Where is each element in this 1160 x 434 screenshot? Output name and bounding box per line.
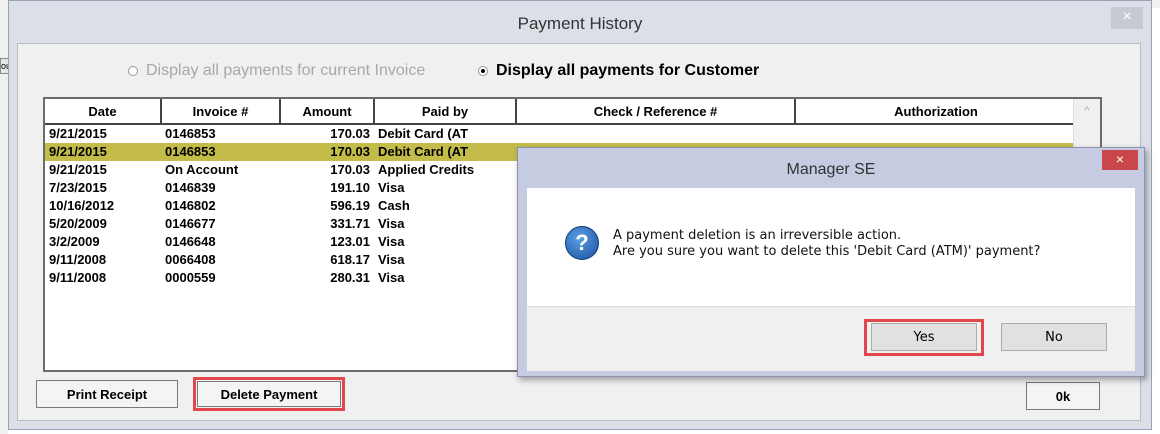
- window-title: Payment History: [517, 14, 643, 33]
- column-header-amount[interactable]: Amount: [280, 99, 375, 125]
- dialog-message-line2: Are you sure you want to delete this 'De…: [613, 244, 1041, 259]
- cell-paid-by: Debit Card (AT: [374, 143, 516, 161]
- ok-button[interactable]: 0k: [1026, 382, 1100, 410]
- column-header-date[interactable]: Date: [45, 99, 162, 125]
- column-header-authorization[interactable]: Authorization: [795, 99, 1078, 125]
- cell-date: 9/21/2015: [45, 143, 161, 161]
- dialog-message-line1: A payment deletion is an irreversible ac…: [613, 228, 902, 243]
- print-receipt-button[interactable]: Print Receipt: [36, 380, 178, 408]
- delete-payment-button[interactable]: Delete Payment: [197, 381, 341, 407]
- cell-invoice: 0146853: [165, 126, 216, 141]
- cell-amount: 191.10: [330, 180, 370, 195]
- cell-paid-by: Visa: [378, 180, 405, 195]
- dialog-footer: Yes No: [527, 306, 1135, 371]
- question-icon: ?: [565, 226, 599, 260]
- table-row[interactable]: 9/21/2015 0146853 170.03 Debit Card (AT: [45, 124, 1077, 143]
- column-header-paid-by[interactable]: Paid by: [374, 99, 517, 125]
- cell-invoice: 0146853: [161, 143, 280, 161]
- close-icon[interactable]: ×: [1111, 7, 1143, 29]
- cell-invoice: 0146677: [165, 216, 216, 231]
- radio-label: Display all payments for Customer: [496, 62, 760, 79]
- radio-indicator-selected: [478, 66, 488, 76]
- cell-paid-by: Visa: [378, 270, 405, 285]
- cell-amount: 170.03: [330, 126, 370, 141]
- no-button[interactable]: No: [1001, 323, 1107, 351]
- dialog-close-icon[interactable]: ×: [1102, 150, 1138, 170]
- cell-amount: 123.01: [330, 234, 370, 249]
- cell-paid-by: Visa: [378, 234, 405, 249]
- cell-amount: 170.03: [280, 143, 374, 161]
- cell-invoice: 0000559: [165, 270, 216, 285]
- confirm-dialog: Manager SE × ? A payment deletion is an …: [517, 147, 1145, 377]
- cell-authorization: [795, 124, 1077, 143]
- scroll-up-icon[interactable]: ^: [1074, 99, 1100, 123]
- cell-invoice: 0146839: [165, 180, 216, 195]
- cell-date: 9/11/2008: [49, 252, 107, 267]
- column-header-invoice[interactable]: Invoice #: [161, 99, 281, 125]
- radio-current-invoice[interactable]: Display all payments for current Invoice: [128, 62, 425, 80]
- cell-date: 5/20/2009: [49, 216, 107, 231]
- cell-paid-by: Visa: [378, 216, 405, 231]
- yes-button[interactable]: Yes: [871, 323, 977, 351]
- cell-date: 7/23/2015: [49, 180, 107, 195]
- cell-date: 3/2/2009: [49, 234, 100, 249]
- cell-amount: 170.03: [330, 162, 370, 177]
- dialog-title: Manager SE: [786, 161, 876, 178]
- dialog-message: A payment deletion is an irreversible ac…: [613, 228, 1040, 260]
- cell-date: 9/21/2015: [49, 126, 107, 141]
- cell-date: 9/21/2015: [49, 162, 107, 177]
- cell-invoice: 0146802: [165, 198, 216, 213]
- cell-paid-by: Debit Card (AT: [378, 126, 469, 141]
- cell-amount: 618.17: [330, 252, 370, 267]
- cell-date: 10/16/2012: [49, 198, 115, 213]
- cell-amount: 331.71: [330, 216, 370, 231]
- dialog-body: ? A payment deletion is an irreversible …: [527, 188, 1135, 306]
- cell-paid-by: Applied Credits: [378, 162, 475, 177]
- cell-amount: 596.19: [330, 198, 370, 213]
- cell-date: 9/11/2008: [49, 270, 107, 285]
- cell-amount: 280.31: [330, 270, 370, 285]
- radio-indicator: [128, 66, 138, 76]
- cell-invoice: 0066408: [165, 252, 216, 267]
- cell-invoice: On Account: [165, 162, 239, 177]
- cell-reference: [516, 124, 795, 143]
- cell-paid-by: Cash: [378, 198, 410, 213]
- column-header-reference[interactable]: Check / Reference #: [516, 99, 796, 125]
- radio-label: Display all payments for current Invoice: [146, 62, 426, 79]
- radio-customer[interactable]: Display all payments for Customer: [478, 62, 759, 80]
- cell-invoice: 0146648: [165, 234, 216, 249]
- cell-paid-by: Visa: [378, 252, 405, 267]
